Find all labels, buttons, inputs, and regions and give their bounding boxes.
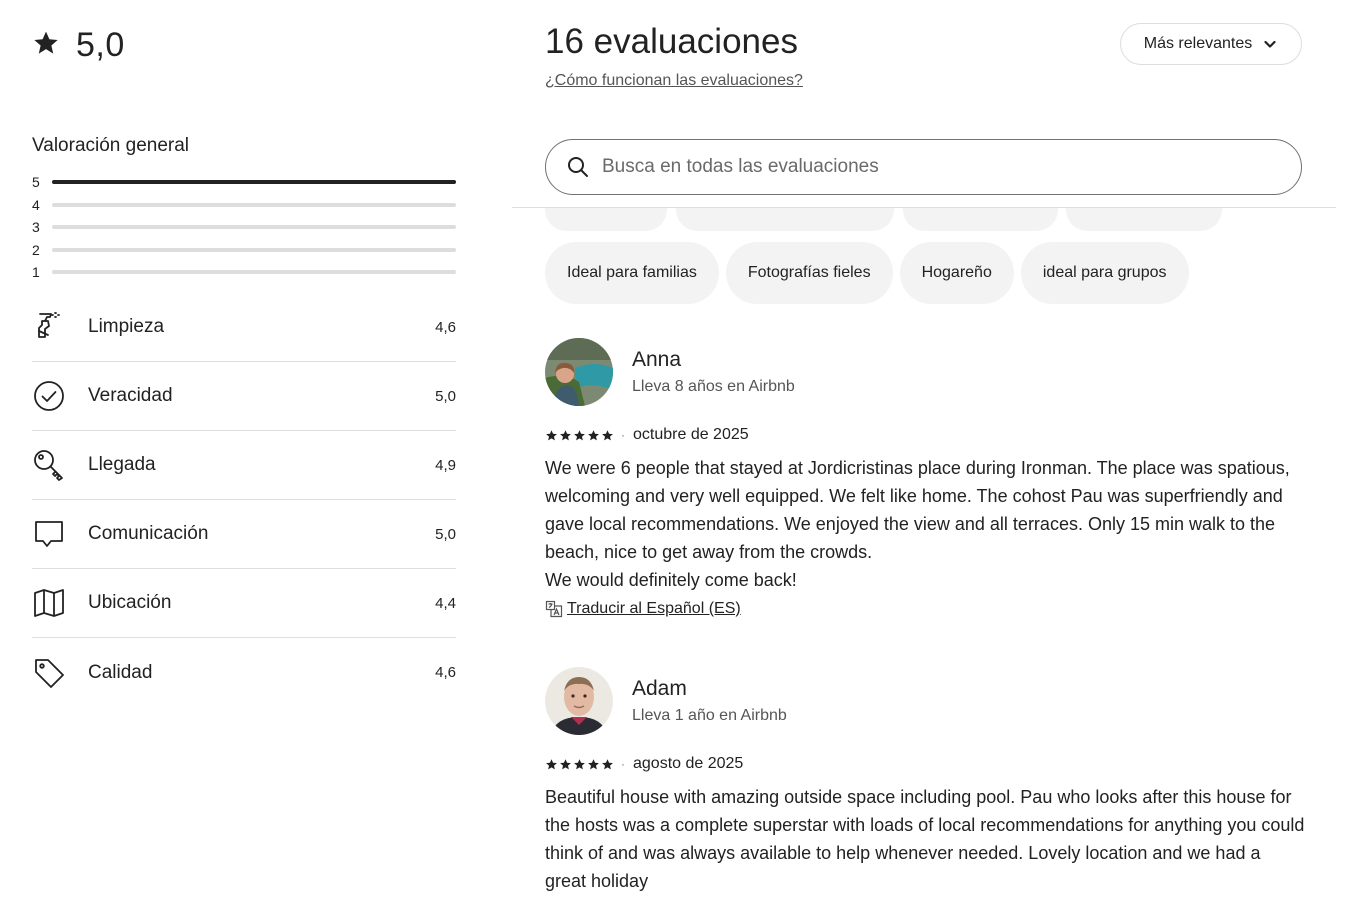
category-value: 4,9: [435, 456, 456, 474]
star-icon: [32, 29, 60, 62]
translate-row: Traducir al Español (ES): [545, 600, 1305, 618]
review-text: Beautiful house with amazing outside spa…: [545, 787, 1305, 891]
avatar[interactable]: [545, 667, 613, 735]
spray-bottle-icon: [32, 310, 66, 344]
review-stars: [545, 429, 615, 442]
review-item: Adam Lleva 1 año en Airbnb · agosto de 2…: [545, 667, 1305, 895]
distribution-label: 5: [32, 174, 40, 191]
category-label: Calidad: [88, 661, 153, 683]
chip-hogareno[interactable]: Hogareño: [899, 242, 1014, 304]
distribution-label: 4: [32, 196, 40, 213]
distribution-row: 1: [32, 261, 456, 284]
chip-ideal-para-grupos[interactable]: ideal para grupos: [1020, 242, 1189, 304]
category-row-calidad: Calidad 4,6: [32, 638, 456, 707]
search-icon: [568, 157, 588, 177]
reviewer-header: Anna Lleva 8 años en Airbnb: [545, 338, 1305, 406]
category-value: 5,0: [435, 525, 456, 543]
category-row-veracidad: Veracidad 5,0: [32, 362, 456, 431]
avatar[interactable]: [545, 338, 613, 406]
reviews-count-title: 16 evaluaciones: [545, 22, 798, 61]
scrolled-chip[interactable]: [903, 208, 1058, 231]
category-row-limpieza: Limpieza 4,6: [32, 293, 456, 362]
chip-ideal-para-familias[interactable]: Ideal para familias: [545, 242, 719, 304]
category-label: Limpieza: [88, 316, 165, 337]
general-rating-title: Valoración general: [32, 135, 190, 156]
star-icon: [546, 758, 557, 769]
review-stars: [545, 758, 615, 771]
map-icon: [32, 586, 66, 620]
separator-dot: ·: [621, 428, 625, 442]
rating-distribution: 5 4 3 2 1: [32, 171, 456, 284]
category-row-llegada: Llegada 4,9: [32, 431, 456, 500]
chat-bubble-icon: [32, 517, 66, 551]
reviewer-tenure: Lleva 8 años en Airbnb: [632, 378, 795, 395]
scrolled-chip[interactable]: [545, 208, 667, 231]
reviewer-info: Adam Lleva 1 año en Airbnb: [632, 677, 787, 725]
distribution-row: 3: [32, 216, 456, 239]
review-search-box[interactable]: [545, 139, 1302, 195]
category-value: 5,0: [435, 387, 456, 405]
star-icon: [588, 758, 599, 769]
reviewer-name: Anna: [632, 348, 682, 371]
translate-link[interactable]: Traducir al Español (ES): [567, 600, 741, 618]
scrolled-chip-row: [545, 208, 1345, 232]
review-item: Anna Lleva 8 años en Airbnb · octubre de…: [545, 338, 1305, 618]
category-ratings: Limpieza 4,6 Veracidad 5,0 Llegada 4,9 C…: [32, 293, 456, 707]
star-icon: [574, 429, 585, 440]
review-date: agosto de 2025: [633, 755, 744, 772]
review-meta: · agosto de 2025: [545, 755, 1305, 773]
reviewer-header: Adam Lleva 1 año en Airbnb: [545, 667, 1305, 735]
distribution-label: 3: [32, 219, 40, 236]
category-label: Comunicación: [88, 523, 209, 544]
translate-icon: [545, 600, 563, 618]
distribution-label: 2: [32, 241, 40, 258]
distribution-row: 5: [32, 171, 456, 194]
scrolled-chip[interactable]: [1066, 208, 1222, 231]
star-icon: [560, 429, 571, 440]
distribution-bar: [52, 180, 456, 185]
check-circle-icon: [32, 379, 66, 413]
reviewer-info: Anna Lleva 8 años en Airbnb: [632, 348, 795, 396]
sort-label: Más relevantes: [1143, 35, 1253, 52]
chevron-down-icon: [1264, 40, 1276, 48]
review-text: We were 6 people that stayed at Jordicri…: [545, 458, 1290, 590]
sort-dropdown[interactable]: Más relevantes: [1120, 23, 1302, 65]
highlight-chips: Ideal para familias Fotografías fieles H…: [545, 242, 1196, 304]
category-row-ubicacion: Ubicación 4,4: [32, 569, 456, 638]
category-value: 4,4: [435, 594, 456, 612]
distribution-bar: [52, 225, 456, 230]
price-tag-icon: [32, 656, 66, 690]
reviewer-name: Adam: [632, 677, 687, 700]
distribution-bar: [52, 270, 456, 275]
distribution-label: 1: [32, 264, 40, 281]
star-icon: [560, 758, 571, 769]
category-label: Llegada: [88, 454, 156, 475]
distribution-bar-fill: [52, 180, 456, 185]
distribution-bar: [52, 247, 456, 252]
star-icon: [602, 758, 613, 769]
category-value: 4,6: [435, 664, 456, 681]
star-icon: [546, 429, 557, 440]
chip-fotografias-fieles[interactable]: Fotografías fieles: [725, 242, 893, 304]
overall-score: 5,0: [76, 26, 125, 64]
review-meta: · octubre de 2025: [545, 426, 1305, 444]
distribution-row: 4: [32, 194, 456, 217]
category-row-comunicacion: Comunicación 5,0: [32, 500, 456, 569]
overall-rating: 5,0: [32, 26, 125, 65]
star-icon: [574, 758, 585, 769]
category-value: 4,6: [435, 318, 456, 336]
distribution-bar: [52, 202, 456, 207]
how-reviews-work-link[interactable]: ¿Cómo funcionan las evaluaciones?: [545, 72, 803, 90]
separator-dot: ·: [621, 757, 625, 771]
category-label: Veracidad: [88, 385, 173, 406]
review-search-input[interactable]: [602, 156, 1242, 178]
category-label: Ubicación: [88, 592, 172, 613]
star-icon: [588, 429, 599, 440]
star-icon: [602, 429, 613, 440]
distribution-row: 2: [32, 239, 456, 262]
reviewer-tenure: Lleva 1 año en Airbnb: [632, 707, 787, 724]
key-icon: [32, 448, 66, 482]
scrolled-chip[interactable]: [676, 208, 894, 231]
review-date: octubre de 2025: [633, 426, 749, 443]
